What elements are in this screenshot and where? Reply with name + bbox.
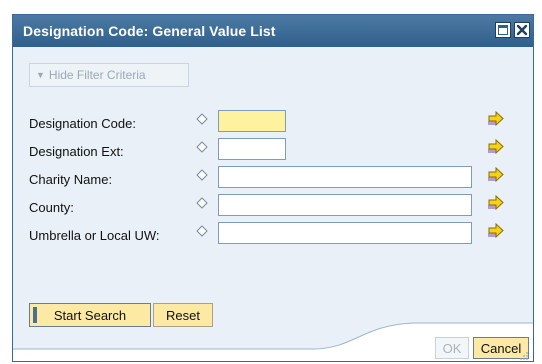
triangle-down-icon: ▼ [36, 70, 45, 80]
county-label: County: [29, 200, 74, 215]
designation-code-label: Designation Code: [29, 116, 136, 131]
dialog-title-bar[interactable]: Designation Code: General Value List [13, 15, 533, 47]
arrow-right-icon[interactable] [487, 167, 505, 183]
dialog-title: Designation Code: General Value List [23, 23, 276, 39]
resize-grip-icon[interactable] [517, 351, 529, 361]
ok-button[interactable]: OK [435, 337, 469, 359]
arrow-right-icon[interactable] [487, 223, 505, 239]
hide-filter-criteria-label: Hide Filter Criteria [48, 68, 146, 82]
diamond-icon [196, 141, 208, 153]
diamond-icon [196, 169, 208, 181]
hide-filter-criteria-button[interactable]: ▼ Hide Filter Criteria [29, 63, 189, 87]
maximize-icon[interactable] [495, 22, 511, 38]
arrow-right-icon[interactable] [487, 111, 505, 127]
county-input[interactable] [218, 194, 472, 216]
designation-code-input[interactable] [218, 110, 286, 132]
designation-ext-input[interactable] [218, 138, 286, 160]
diamond-icon [196, 225, 208, 237]
umbrella-or-local-uw-input[interactable] [218, 222, 472, 244]
arrow-right-icon[interactable] [487, 139, 505, 155]
diamond-icon [196, 113, 208, 125]
charity-name-input[interactable] [218, 166, 472, 188]
diamond-icon [196, 197, 208, 209]
value-list-dialog: Designation Code: General Value List ▼ H… [12, 14, 534, 362]
close-icon[interactable] [514, 22, 530, 38]
charity-name-label: Charity Name: [29, 172, 113, 187]
arrow-right-icon[interactable] [487, 195, 505, 211]
designation-ext-label: Designation Ext: [29, 144, 124, 159]
umbrella-or-local-uw-label: Umbrella or Local UW: [29, 228, 160, 243]
